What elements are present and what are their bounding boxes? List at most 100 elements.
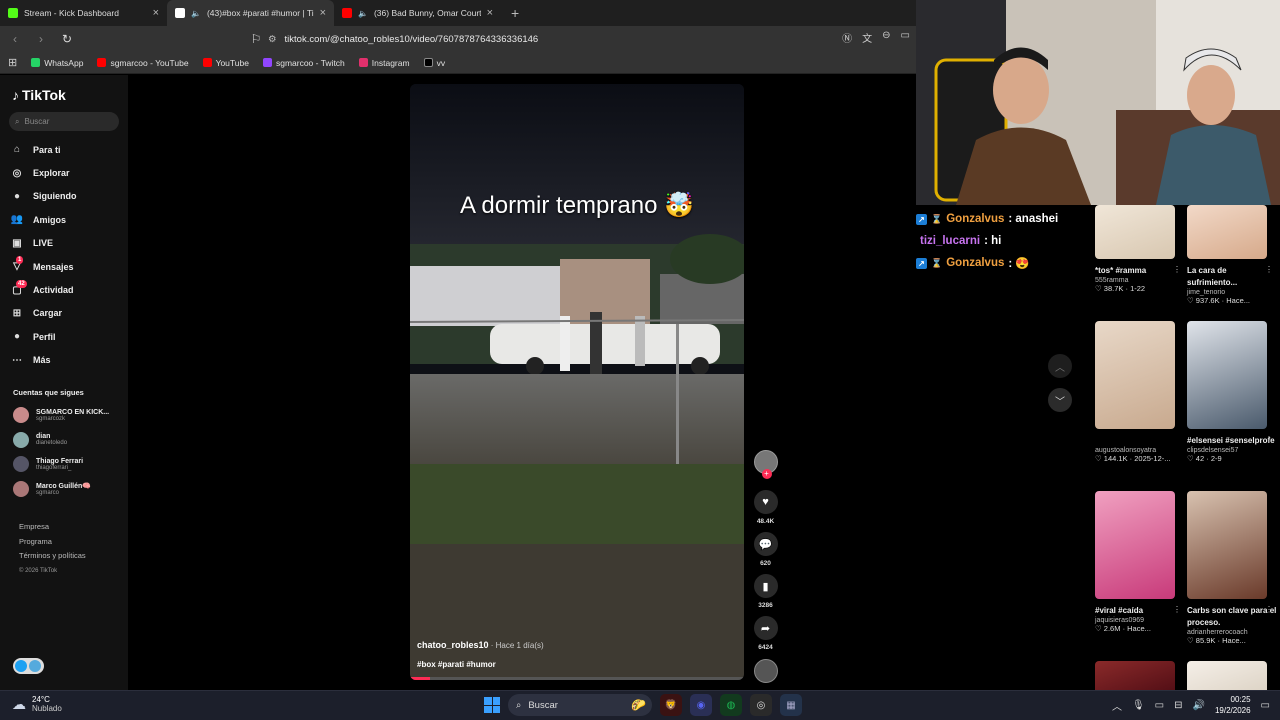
video-thumbnail[interactable] [1187, 661, 1267, 690]
back-icon[interactable]: ‹ [8, 32, 22, 46]
bookmark-action[interactable]: ▮ 3286 [753, 574, 778, 612]
sidebar-item-actividad[interactable]: ▢ 42 Actividad [10, 278, 77, 301]
following-account[interactable]: dian dianetoledo [13, 428, 109, 453]
bookmark-item[interactable]: sgmarcoo - Twitch [262, 58, 345, 68]
bookmark-item[interactable]: sgmarcoo - YouTube [97, 58, 189, 68]
windows-start-icon[interactable] [484, 697, 500, 713]
following-account[interactable]: Thiago Ferrari thiagoferrari_ [13, 452, 109, 477]
network-icon[interactable]: ⊟ [1174, 700, 1182, 711]
volume-icon[interactable]: 🔊 [1193, 700, 1205, 711]
more-options-icon[interactable]: ⋮ [1265, 435, 1273, 444]
sidebar-item-para-ti[interactable]: ⌂ Para ti [10, 138, 77, 161]
chevron-up-icon[interactable]: ︿ [1112, 698, 1122, 713]
more-options-icon[interactable]: ⋮ [1265, 265, 1273, 274]
footer-link[interactable]: Empresa [19, 520, 86, 535]
comment-action[interactable]: 💬 620 [753, 532, 778, 570]
video-author[interactable]: chatoo_robles10 · Hace 1 día(s) [417, 640, 544, 650]
weather-widget[interactable]: ☁ 24°C Nublado [12, 695, 62, 713]
tab-close-icon[interactable]: × [153, 7, 159, 19]
suggested-video-card[interactable]: La cara de sufrimiento... ⋮ jime_tenorio ♡ … [1187, 205, 1277, 305]
video-thumbnail[interactable] [1095, 661, 1175, 690]
bookmark-item[interactable]: WhatsApp [31, 58, 83, 68]
notifications-icon[interactable]: ▭ [1261, 700, 1270, 711]
next-video-chevron-down-icon[interactable]: ﹀ [1048, 388, 1072, 412]
calculator-icon[interactable]: ▦ [780, 694, 802, 716]
comment-icon[interactable]: 💬 [753, 532, 778, 556]
new-tab-icon[interactable]: + [501, 0, 529, 26]
video-thumbnail[interactable] [1187, 205, 1267, 259]
heart-icon[interactable]: ♥ [753, 490, 778, 514]
search-input[interactable]: ⌕ Buscar [9, 112, 119, 131]
share-icon[interactable]: ➦ [753, 616, 778, 640]
sidebar-item-explorar[interactable]: ◎ Explorar [10, 161, 77, 184]
sidebar-item-amigos[interactable]: 👥 Amigos [10, 208, 77, 231]
tab-close-icon[interactable]: × [320, 7, 326, 19]
footer-link[interactable]: Términos y políticas [19, 549, 86, 564]
sidebar-item-perfil[interactable]: ● Perfil [10, 325, 77, 348]
following-account[interactable]: Marco Guillén🧠 sgmarco [13, 477, 109, 502]
heart-action[interactable]: ♥ 48.4K [753, 490, 778, 528]
tab-audio-icon[interactable]: 🔈 [191, 9, 201, 18]
translate-icon[interactable]: 文 [862, 30, 872, 45]
video-thumbnail[interactable] [1095, 205, 1175, 259]
sidebar-item-mensajes[interactable]: ▽ 1 Mensajes [10, 255, 77, 278]
chat-username[interactable]: Gonzalvus [946, 257, 1004, 269]
get-app-pill[interactable] [13, 658, 44, 674]
following-account[interactable]: SGMARCO EN KICK... sgmarcozk [13, 403, 109, 428]
address-bar[interactable]: ⚙ tiktok.com/@chatoo_robles10/video/7607… [268, 29, 828, 49]
share-action[interactable]: ➦ 6424 [753, 616, 778, 654]
apps-grid-icon[interactable]: ⊞ [8, 56, 17, 69]
cast-icon[interactable]: ▭ [901, 30, 910, 45]
tab-audio-icon[interactable]: 🔈 [358, 9, 368, 18]
suggested-video-card[interactable]: #viral #caída ⋮ jaquisieras0969 ♡ 2.6M · Ha… [1095, 491, 1185, 633]
taskbar-search[interactable]: ⌕ Buscar 🌮 [508, 694, 652, 716]
creator-avatar[interactable]: + [753, 450, 778, 479]
forward-icon[interactable]: › [34, 32, 48, 46]
more-options-icon[interactable]: ⋮ [1265, 605, 1273, 614]
display-icon[interactable]: ▭ [1155, 700, 1164, 711]
suggested-video-card[interactable]: Carbs son clave para el proceso. ⋮ adrianh… [1187, 491, 1277, 645]
clock[interactable]: 00:25 19/2/2026 [1215, 694, 1251, 716]
bookmark-item[interactable]: Instagram [358, 58, 410, 68]
sidebar-item-live[interactable]: ▣ LIVE [10, 232, 77, 255]
obs-icon[interactable]: ◎ [750, 694, 772, 716]
chat-username[interactable]: tizi_lucarni [920, 235, 980, 247]
bookmark-item[interactable]: vv [423, 58, 445, 68]
tab-close-icon[interactable]: × [487, 7, 493, 19]
video-player[interactable]: A dormir temprano 🤯 chatoo_robles10 · Ha… [410, 84, 744, 680]
browser-tab[interactable]: 🔈 (36) Bad Bunny, Omar Courtz, De × [334, 0, 501, 26]
video-progress-bar[interactable] [410, 677, 744, 680]
video-thumbnail[interactable] [1095, 321, 1175, 429]
bookmark-item[interactable]: YouTube [202, 58, 249, 68]
bookmark-icon[interactable]: ▮ [753, 574, 778, 598]
bookmark-page-icon[interactable]: ⚐ [249, 32, 263, 46]
suggested-video-card[interactable] [1187, 661, 1277, 690]
previous-video-chevron-up-icon[interactable]: ︿ [1048, 354, 1072, 378]
sidebar-item-más[interactable]: ⋯ Más [10, 349, 77, 372]
video-thumbnail[interactable] [1187, 491, 1267, 599]
sidebar-item-siguiendo[interactable]: ● Siguiendo [10, 185, 77, 208]
discord-icon[interactable]: ◉ [690, 694, 712, 716]
sound-disc-icon[interactable] [753, 659, 778, 683]
reload-icon[interactable]: ↻ [60, 32, 74, 46]
sidebar-item-cargar[interactable]: ⊞ Cargar [10, 302, 77, 325]
microphone-icon[interactable]: 🎙 [1132, 700, 1145, 711]
more-options-icon[interactable]: ⋮ [1173, 265, 1181, 274]
more-options-icon[interactable]: ⋮ [1173, 605, 1181, 614]
video-thumbnail[interactable] [1187, 321, 1267, 429]
video-hashtags[interactable]: #box #parati #humor [417, 660, 496, 669]
chat-username[interactable]: Gonzalvus [946, 213, 1004, 225]
browser-tab[interactable]: 🔈 (43)#box #parati #humor | TikTok × [167, 0, 334, 26]
site-info-icon[interactable]: ⚙ [268, 34, 277, 45]
brave-browser-icon[interactable]: 🦁 [660, 694, 682, 716]
suggested-video-card[interactable]: augustoalonsoyatra ♡ 144.1K · 2025-12-... [1095, 321, 1185, 463]
follow-plus-icon[interactable]: + [761, 469, 772, 479]
spotify-icon[interactable]: ◍ [720, 694, 742, 716]
no-tracking-icon[interactable]: Ⓝ [842, 30, 852, 45]
suggested-video-card[interactable]: *tos* #ramma ⋮ 555ramma ♡ 38.7K · 1-22 [1095, 205, 1185, 293]
zoom-icon[interactable]: ⊖ [882, 30, 890, 45]
suggested-video-card[interactable] [1095, 661, 1185, 690]
browser-tab[interactable]: Stream - Kick Dashboard × [0, 0, 167, 26]
video-thumbnail[interactable] [1095, 491, 1175, 599]
suggested-video-card[interactable]: #elsensei #senselprofe ⋮ clipsdelsensei57 ♡… [1187, 321, 1277, 463]
